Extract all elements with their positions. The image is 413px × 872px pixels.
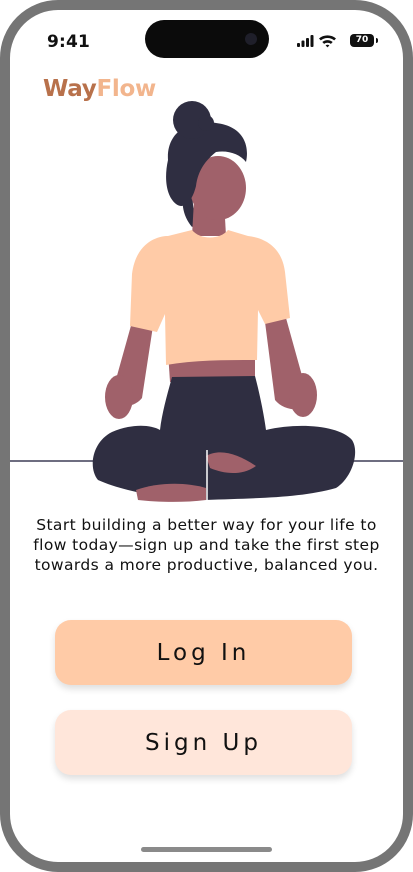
status-time: 9:41 <box>47 32 91 52</box>
tagline-text: Start building a better way for your lif… <box>33 516 380 574</box>
battery-icon: 70 <box>350 34 374 47</box>
signal-icon <box>297 35 314 47</box>
dynamic-island <box>145 20 269 58</box>
battery-tip <box>376 38 378 43</box>
home-indicator[interactable] <box>141 847 272 852</box>
status-icons <box>297 35 336 48</box>
login-button[interactable]: Log In <box>55 620 352 685</box>
person-meditating-illustration <box>10 101 403 502</box>
wifi-icon <box>319 35 336 48</box>
signup-button[interactable]: Sign Up <box>55 710 352 775</box>
signup-button-label: Sign Up <box>145 729 262 756</box>
camera-icon <box>245 33 257 45</box>
phone-frame: 9:41 70 WayFlow Start building a better … <box>0 0 413 872</box>
login-button-label: Log In <box>156 639 251 666</box>
